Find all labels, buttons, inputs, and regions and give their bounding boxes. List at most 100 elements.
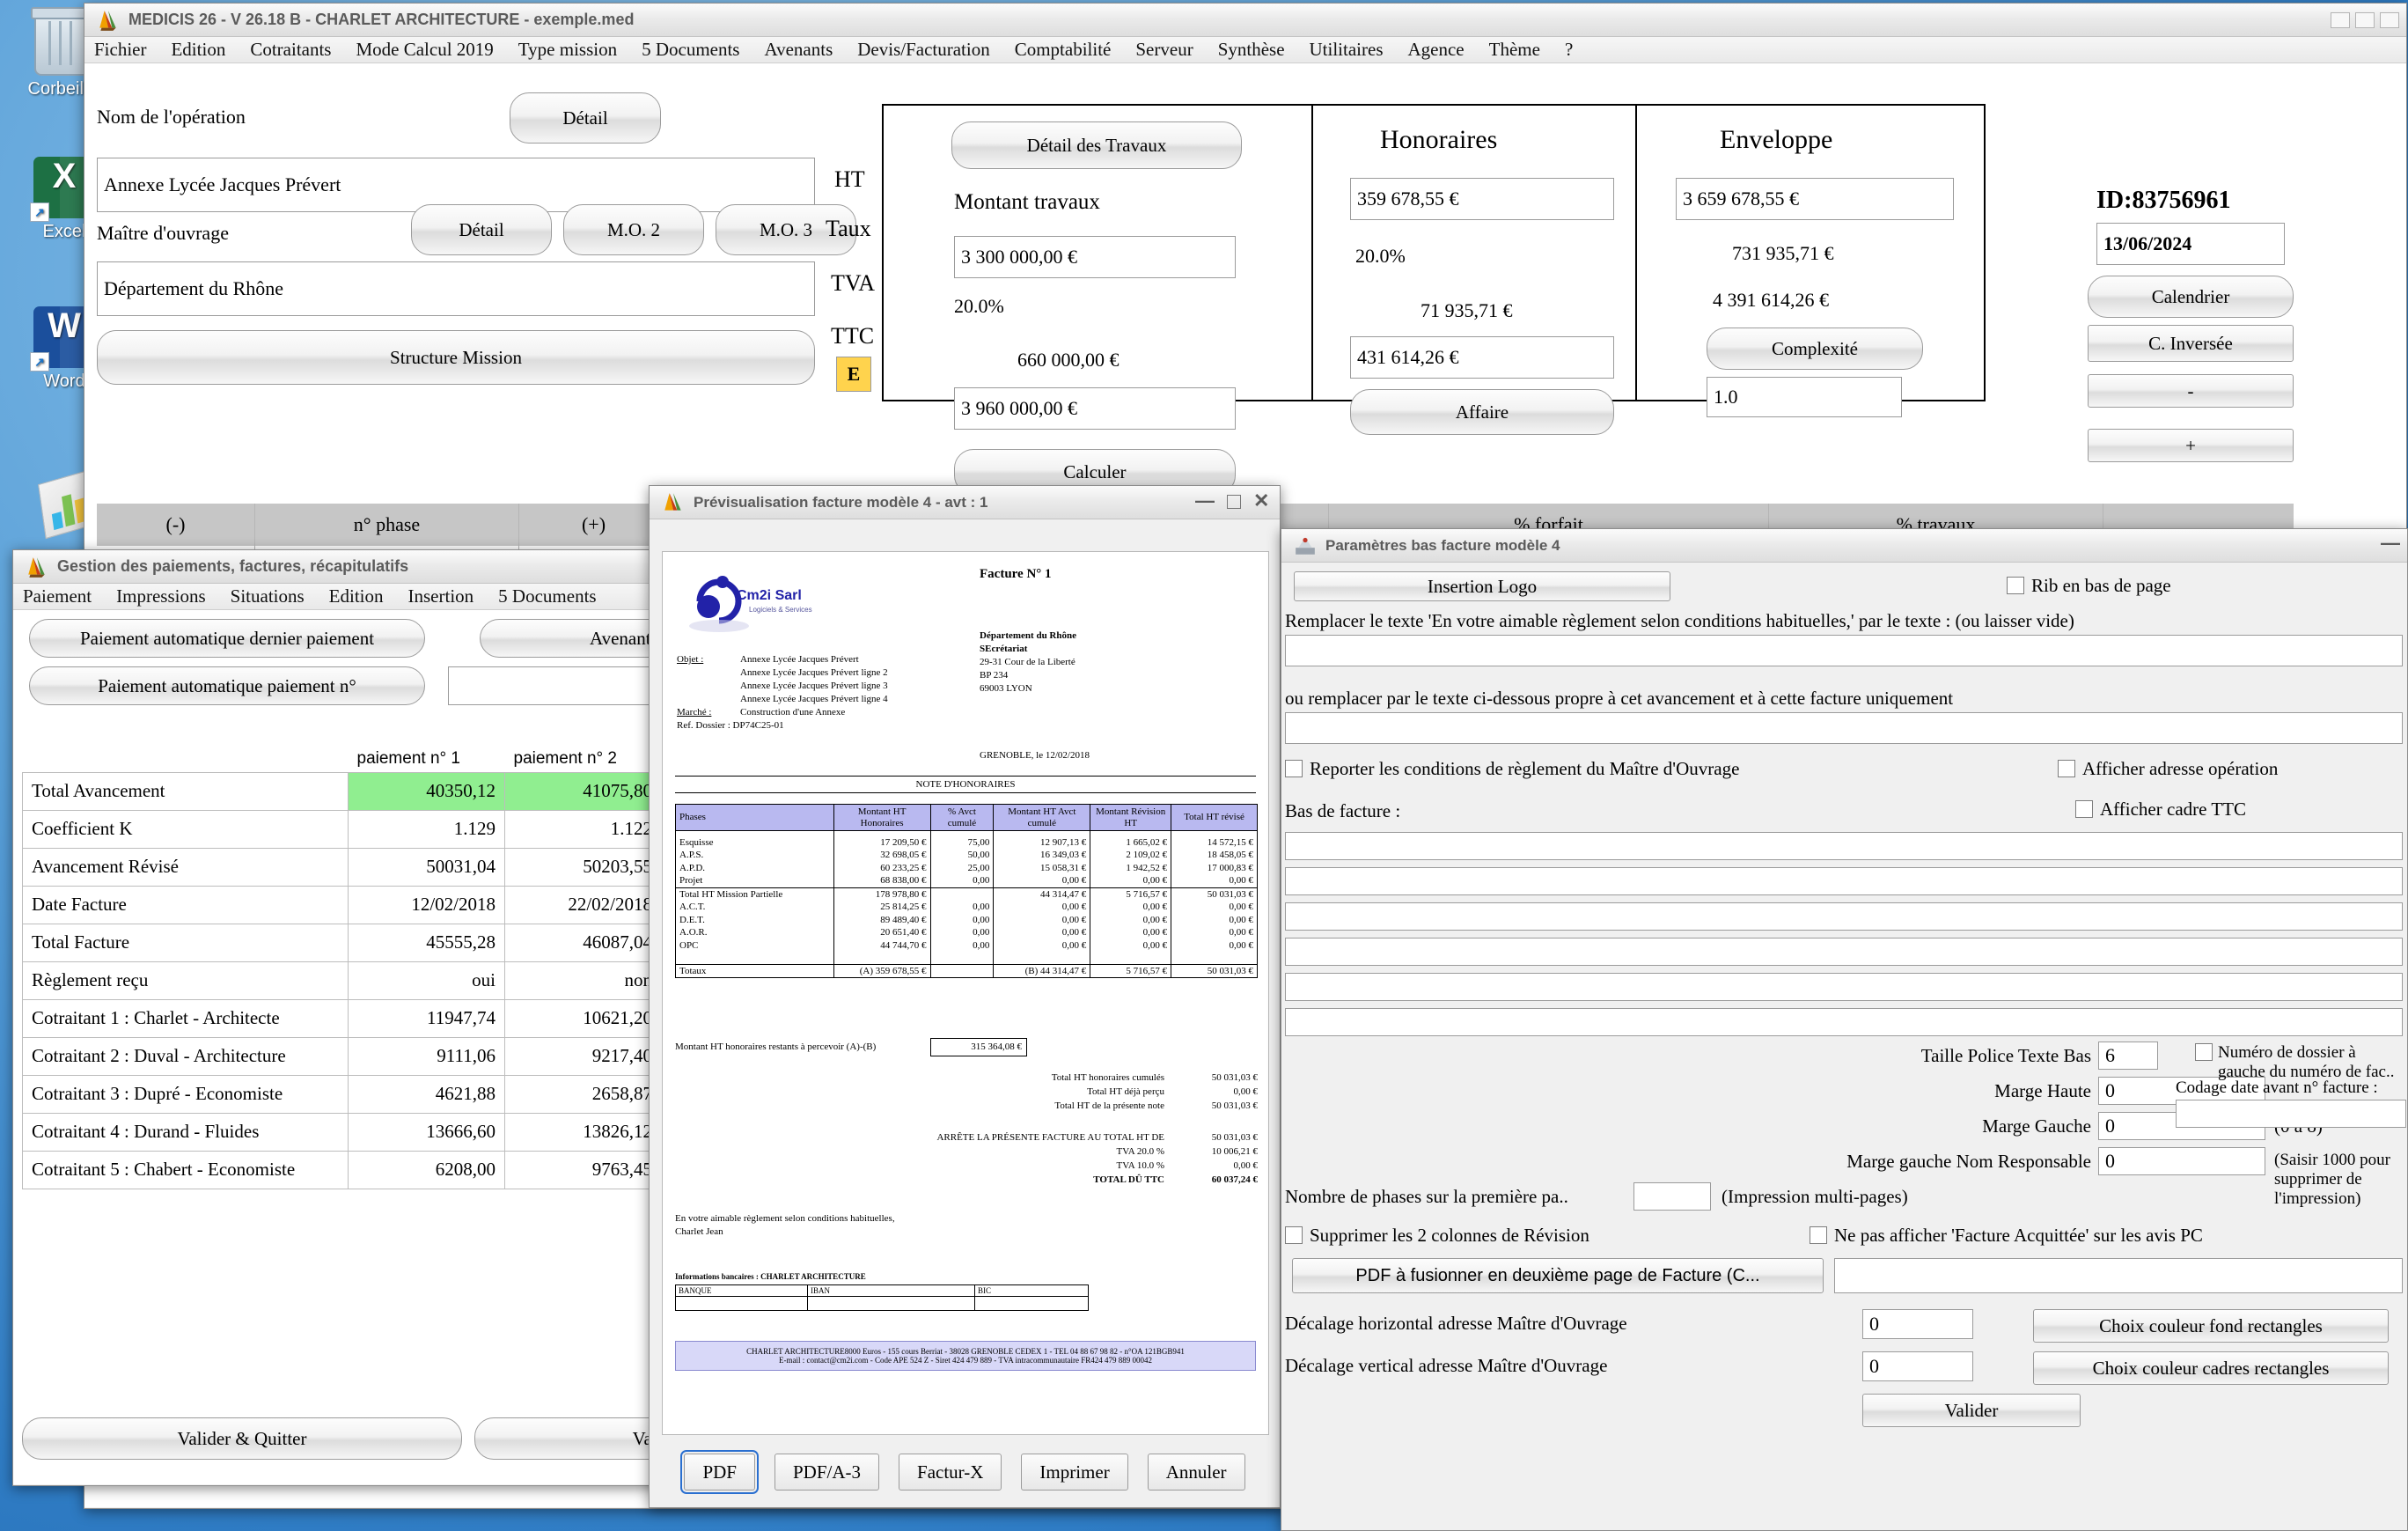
facture-app-icon (664, 492, 681, 511)
bas-facture-line-1[interactable] (1285, 832, 2403, 860)
detail-mo-button[interactable]: Détail (411, 204, 552, 255)
c-inversee-button[interactable]: C. Inversée (2088, 325, 2294, 362)
calendrier-button[interactable]: Calendrier (2088, 276, 2294, 318)
marge-nom-input[interactable]: 0 (2098, 1147, 2265, 1175)
bas-facture-line-5[interactable] (1285, 973, 2403, 1001)
ne-pas-afficher-checkbox-row[interactable]: Ne pas afficher 'Facture Acquittée' sur … (1810, 1225, 2203, 1247)
svg-text:Cm2i Sarl: Cm2i Sarl (737, 588, 802, 603)
gestion-menu-situations[interactable]: Situations (228, 584, 307, 609)
imprimer-button[interactable]: Imprimer (1021, 1454, 1128, 1491)
rib-checkbox[interactable] (2007, 577, 2024, 594)
minimize-icon[interactable]: — (2381, 533, 2400, 554)
pdf-button[interactable]: PDF (680, 1450, 759, 1494)
menu-devis-facturation[interactable]: Devis/Facturation (855, 37, 992, 63)
choix-couleur-cadres-button[interactable]: Choix couleur cadres rectangles (2033, 1351, 2389, 1385)
menu-agence[interactable]: Agence (1406, 37, 1467, 63)
medicis-window-controls[interactable] (2331, 11, 2399, 28)
enveloppe-ht-input[interactable]: 3 659 678,55 € (1676, 178, 1954, 220)
supprimer-revision-checkbox[interactable] (1285, 1226, 1303, 1244)
paiement-auto-dernier-button[interactable]: Paiement automatique dernier paiement (29, 619, 425, 658)
menu-help[interactable]: ? (1562, 37, 1575, 63)
facture-window-controls[interactable]: — ✕ (1195, 490, 1273, 511)
col-plus[interactable]: (+) (519, 504, 669, 546)
valider-quitter-button[interactable]: Valider & Quitter (22, 1417, 462, 1460)
gestion-menu-paiement[interactable]: Paiement (20, 584, 94, 609)
montant-travaux-input[interactable]: 3 300 000,00 € (954, 236, 1236, 278)
or-replace-input[interactable] (1285, 712, 2403, 744)
gestion-menu-impressions[interactable]: Impressions (114, 584, 209, 609)
pdf-a3-button[interactable]: PDF/A-3 (774, 1454, 880, 1491)
paiement-auto-numero-button[interactable]: Paiement automatique paiement n° (29, 666, 425, 705)
maximize-button[interactable] (2355, 11, 2375, 28)
taille-police-input[interactable]: 6 (2098, 1042, 2158, 1070)
codage-date-input[interactable] (2176, 1100, 2406, 1128)
pdf-fusion-button[interactable]: PDF à fusionner en deuxième page de Fact… (1292, 1258, 1824, 1293)
menu-cotraitants[interactable]: Cotraitants (247, 37, 334, 63)
cadre-ttc-checkbox[interactable] (2075, 800, 2093, 818)
menu-comptabilite[interactable]: Comptabilité (1012, 37, 1114, 63)
menu-serveur[interactable]: Serveur (1133, 37, 1195, 63)
numero-dossier-checkbox[interactable] (2195, 1043, 2213, 1061)
parametres-window-controls[interactable]: — (2381, 533, 2400, 554)
rib-checkbox-row[interactable]: Rib en bas de page (2007, 575, 2171, 597)
th-iban: IBAN (807, 1284, 975, 1297)
reporter-checkbox[interactable] (1285, 760, 1303, 777)
mo-2-button[interactable]: M.O. 2 (563, 204, 704, 255)
menu-edition[interactable]: Edition (168, 37, 228, 63)
afficher-adresse-checkbox-row[interactable]: Afficher adresse opération (2058, 758, 2278, 780)
gestion-menu-5-documents[interactable]: 5 Documents (496, 584, 598, 609)
complexite-input[interactable]: 1.0 (1707, 377, 1902, 417)
increment-button[interactable]: + (2088, 429, 2294, 462)
bas-facture-line-3[interactable] (1285, 902, 2403, 931)
honoraires-ttc-input[interactable]: 431 614,26 € (1350, 336, 1614, 379)
pdf-fusion-input[interactable] (1834, 1258, 2403, 1293)
detail-operation-button[interactable]: Détail (510, 92, 661, 144)
menu-mode-calcul[interactable]: Mode Calcul 2019 (353, 37, 496, 63)
affaire-button[interactable]: Affaire (1350, 389, 1614, 435)
factur-x-button[interactable]: Factur-X (899, 1454, 1002, 1491)
reporter-checkbox-row[interactable]: Reporter les conditions de règlement du … (1285, 758, 1739, 780)
complexite-button[interactable]: Complexité (1707, 328, 1923, 370)
ne-pas-afficher-checkbox[interactable] (1810, 1226, 1827, 1244)
structure-mission-button[interactable]: Structure Mission (97, 330, 815, 385)
decrement-button[interactable]: - (2088, 374, 2294, 408)
menu-synthese[interactable]: Synthèse (1215, 37, 1288, 63)
close-icon[interactable]: ✕ (1253, 490, 1273, 511)
detail-travaux-button[interactable]: Détail des Travaux (951, 121, 1242, 169)
valider-parametres-button[interactable]: Valider (1862, 1394, 2081, 1427)
numero-dossier-checkbox-row[interactable] (2195, 1043, 2220, 1063)
cadre-ttc-checkbox-row[interactable]: Afficher cadre TTC (2075, 799, 2246, 821)
menu-fichier[interactable]: Fichier (92, 37, 149, 63)
maitre-ouvrage-input[interactable]: Département du Rhône (97, 261, 815, 316)
close-button[interactable] (2380, 11, 2399, 28)
menu-utilitaires[interactable]: Utilitaires (1307, 37, 1386, 63)
supprimer-revision-checkbox-row[interactable]: Supprimer les 2 colonnes de Révision (1285, 1225, 1589, 1247)
bas-facture-line-2[interactable] (1285, 867, 2403, 895)
replace-input[interactable] (1285, 635, 2403, 666)
afficher-adresse-checkbox[interactable] (2058, 760, 2075, 777)
col-minus[interactable]: (-) (97, 504, 255, 546)
gestion-menu-insertion[interactable]: Insertion (406, 584, 477, 609)
client-line-2: SEcrétariat (980, 644, 1028, 654)
gestion-menu-edition[interactable]: Edition (327, 584, 386, 609)
minimize-icon[interactable]: — (1195, 490, 1215, 511)
minimize-button[interactable] (2331, 11, 2350, 28)
choix-couleur-fond-button[interactable]: Choix couleur fond rectangles (2033, 1309, 2389, 1343)
row-label: Date Facture (22, 885, 349, 924)
menu-type-mission[interactable]: Type mission (516, 37, 620, 63)
decalage-v-input[interactable]: 0 (1862, 1351, 1973, 1381)
bas-facture-line-6[interactable] (1285, 1008, 2403, 1036)
date-input[interactable]: 13/06/2024 (2096, 223, 2285, 265)
menu-theme[interactable]: Thème (1487, 37, 1543, 63)
menu-avenants[interactable]: Avenants (761, 37, 835, 63)
bas-facture-line-4[interactable] (1285, 938, 2403, 966)
decalage-h-input[interactable]: 0 (1862, 1309, 1973, 1339)
menu-5-documents[interactable]: 5 Documents (639, 37, 742, 63)
honoraires-ht-input[interactable]: 359 678,55 € (1350, 178, 1614, 220)
medicis-menubar[interactable]: Fichier Edition Cotraitants Mode Calcul … (84, 37, 2406, 63)
annuler-button[interactable]: Annuler (1147, 1454, 1245, 1491)
nb-phases-input[interactable] (1633, 1182, 1711, 1211)
ttc-travaux-input[interactable]: 3 960 000,00 € (954, 387, 1236, 430)
insertion-logo-button[interactable]: Insertion Logo (1294, 571, 1670, 601)
maximize-icon[interactable] (1227, 494, 1241, 509)
